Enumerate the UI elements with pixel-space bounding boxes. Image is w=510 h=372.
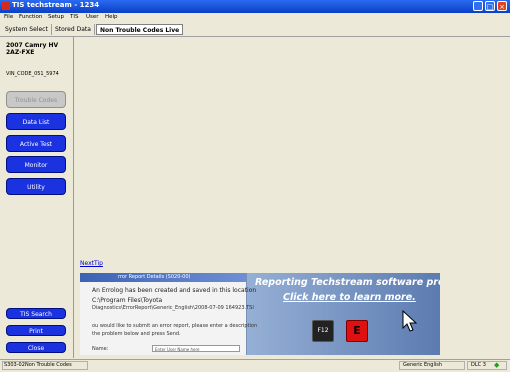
close-button[interactable]: Close — [6, 342, 66, 353]
mouse-cursor-icon — [402, 310, 418, 332]
report-line: Name: — [92, 346, 109, 352]
close-window-button[interactable]: × — [497, 1, 507, 11]
status-mode: Non Trouble Codes — [25, 362, 72, 368]
tab-stored-data[interactable]: Stored Data — [52, 24, 95, 35]
report-line: the problem below and press Send. — [92, 331, 181, 337]
sidebar: 2007 Camry HV 2AZ-FXE VIN_CODE_051_5974 … — [0, 37, 74, 358]
trouble-codes-button[interactable]: Trouble Codes — [6, 91, 66, 108]
menu-user[interactable]: User — [86, 14, 99, 20]
status-dlc: DLC 3 — [471, 362, 486, 368]
data-list-button[interactable]: Data List — [6, 113, 66, 130]
report-title: rror Report Details (S020-00) — [80, 273, 246, 282]
e-key-icon: E — [346, 320, 368, 342]
report-line: ou would like to submit an error report,… — [92, 323, 258, 329]
learn-more-link[interactable]: Click here to learn more. — [283, 292, 416, 303]
active-test-button[interactable]: Active Test — [6, 135, 66, 152]
vehicle-engine: 2AZ-FXE — [6, 49, 35, 56]
menu-help[interactable]: Help — [105, 14, 118, 20]
window-title: TIS techstream - 1234 — [12, 1, 100, 9]
report-line: Diagnostics\ErrorReport\Generic_English\… — [92, 305, 254, 311]
title-bar: TIS techstream - 1234 _ □ × — [0, 0, 510, 13]
vehicle-model: 2007 Camry HV — [6, 42, 59, 49]
menu-function[interactable]: Function — [19, 14, 42, 20]
banner-headline: Reporting Techstream software problems i… — [255, 277, 440, 288]
maximize-button[interactable]: □ — [485, 1, 495, 11]
utility-button[interactable]: Utility — [6, 178, 66, 195]
status-bar: S303-02 Non Trouble Codes Generic Englis… — [0, 359, 510, 372]
f12-key-icon: F12 — [312, 320, 334, 342]
report-line: An Errolog has been created and saved in… — [92, 287, 257, 294]
menu-file[interactable]: File — [4, 14, 13, 20]
print-button[interactable]: Print — [6, 325, 66, 336]
user-name-field: Enter User Name here — [152, 345, 240, 352]
app-icon — [2, 2, 10, 10]
tis-search-button[interactable]: TIS Search — [6, 308, 66, 319]
error-report-banner[interactable]: rror Report Details (S020-00) An Errolog… — [80, 273, 440, 355]
next-tip-link[interactable]: NextTip — [80, 260, 103, 267]
report-line: C:\Program Files\Toyota — [92, 297, 163, 304]
minimize-button[interactable]: _ — [473, 1, 483, 11]
tab-bar: System Select Stored Data Non Trouble Co… — [0, 23, 510, 37]
status-language: Generic English — [403, 362, 443, 368]
vin-code: VIN_CODE_051_5974 — [6, 71, 59, 77]
menu-tis[interactable]: TIS — [70, 14, 78, 20]
tab-system-select[interactable]: System Select — [2, 24, 52, 35]
tab-non-trouble-codes-live[interactable]: Non Trouble Codes Live — [96, 24, 184, 35]
menu-setup[interactable]: Setup — [48, 14, 64, 20]
menu-bar: File Function Setup TIS User Help — [0, 13, 510, 22]
monitor-button[interactable]: Monitor — [6, 156, 66, 173]
connection-indicator-icon: ◆ — [494, 361, 500, 369]
status-code: S303-02 — [4, 362, 25, 368]
error-report-preview: rror Report Details (S020-00) An Errolog… — [80, 273, 257, 355]
